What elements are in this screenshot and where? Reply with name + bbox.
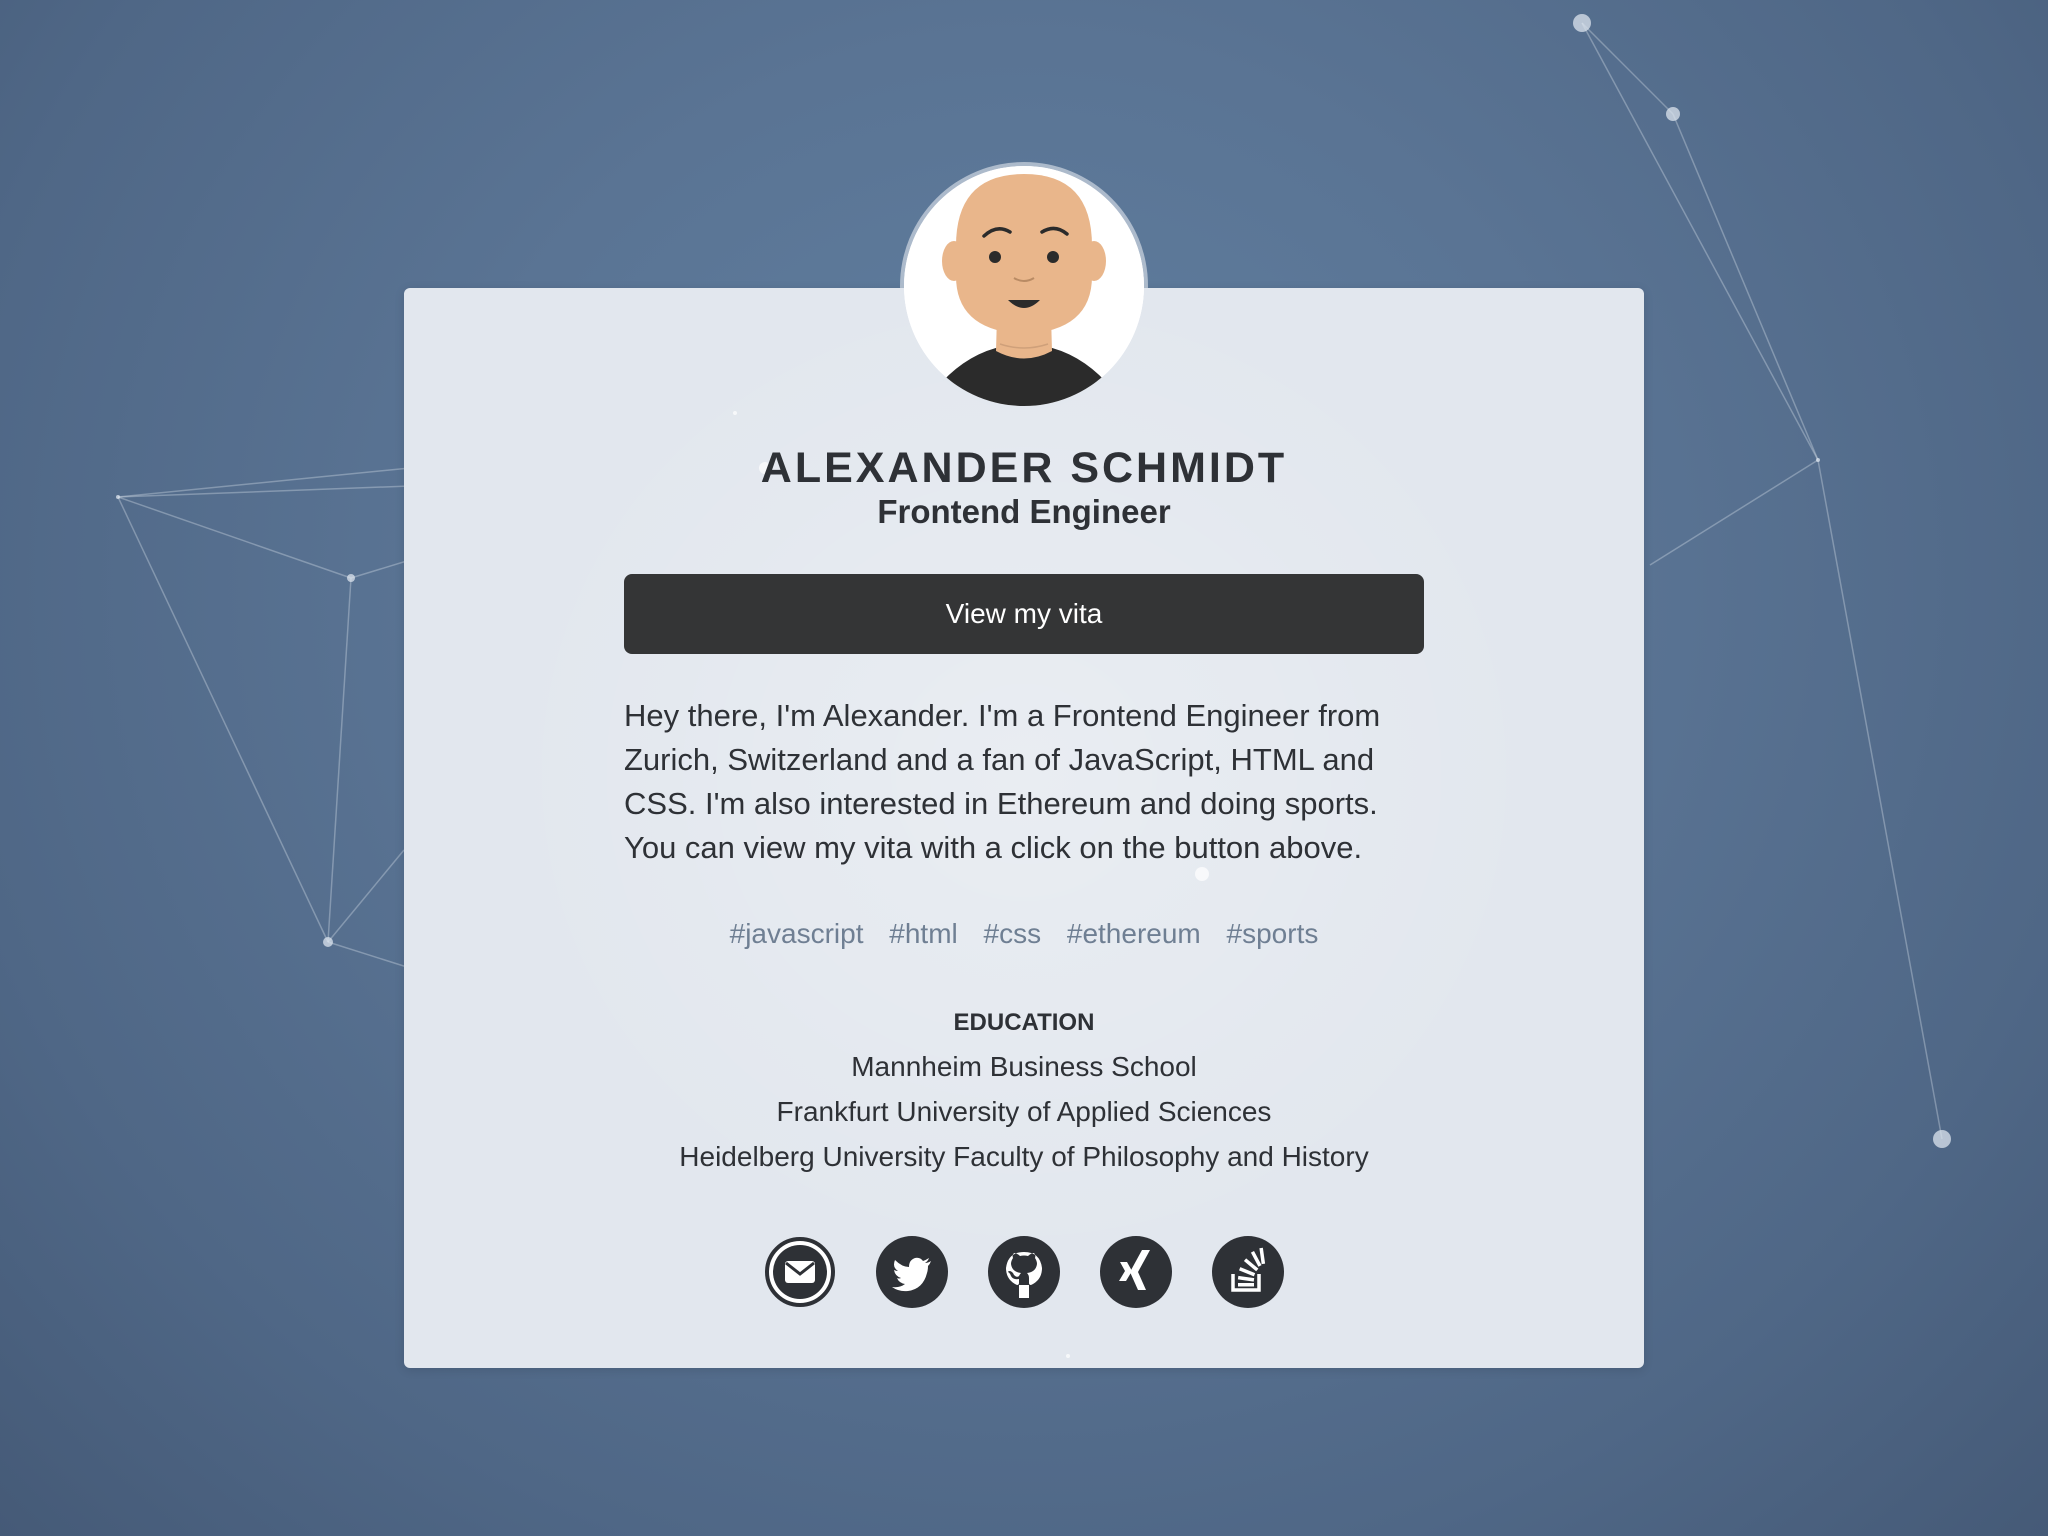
education-item: Heidelberg University Faculty of Philoso… xyxy=(679,1141,1369,1172)
education-list: Mannheim Business School Frankfurt Unive… xyxy=(404,1044,1644,1179)
mail-icon xyxy=(765,1237,835,1307)
mail-link[interactable] xyxy=(764,1236,836,1308)
education-item: Frankfurt University of Applied Sciences xyxy=(776,1096,1272,1127)
profile-bio: Hey there, I'm Alexander. I'm a Frontend… xyxy=(624,698,1381,865)
profile-name: ALEXANDER SCHMIDT xyxy=(760,444,1288,492)
tag-list: #javascript #html #css #ethereum #sports xyxy=(404,918,1644,950)
profile-role: Frontend Engineer xyxy=(877,493,1171,530)
stackoverflow-icon xyxy=(1212,1236,1284,1308)
xing-icon xyxy=(1100,1236,1172,1308)
twitter-link[interactable] xyxy=(876,1236,948,1308)
avatar-illustration xyxy=(904,166,1144,406)
github-icon xyxy=(988,1236,1060,1308)
github-link[interactable] xyxy=(988,1236,1060,1308)
avatar xyxy=(904,166,1144,406)
tag-item: #css xyxy=(983,918,1042,949)
stackoverflow-link[interactable] xyxy=(1212,1236,1284,1308)
view-vita-button[interactable]: View my vita xyxy=(624,574,1424,654)
twitter-icon xyxy=(876,1236,948,1308)
education-heading: EDUCATION xyxy=(953,1009,1095,1036)
tag-item: #ethereum xyxy=(1066,918,1201,949)
education-item: Mannheim Business School xyxy=(851,1051,1197,1082)
tag-item: #javascript xyxy=(729,918,864,949)
social-links xyxy=(764,1236,1284,1308)
tag-item: #sports xyxy=(1226,918,1319,949)
xing-link[interactable] xyxy=(1100,1236,1172,1308)
tag-item: #html xyxy=(889,918,958,949)
